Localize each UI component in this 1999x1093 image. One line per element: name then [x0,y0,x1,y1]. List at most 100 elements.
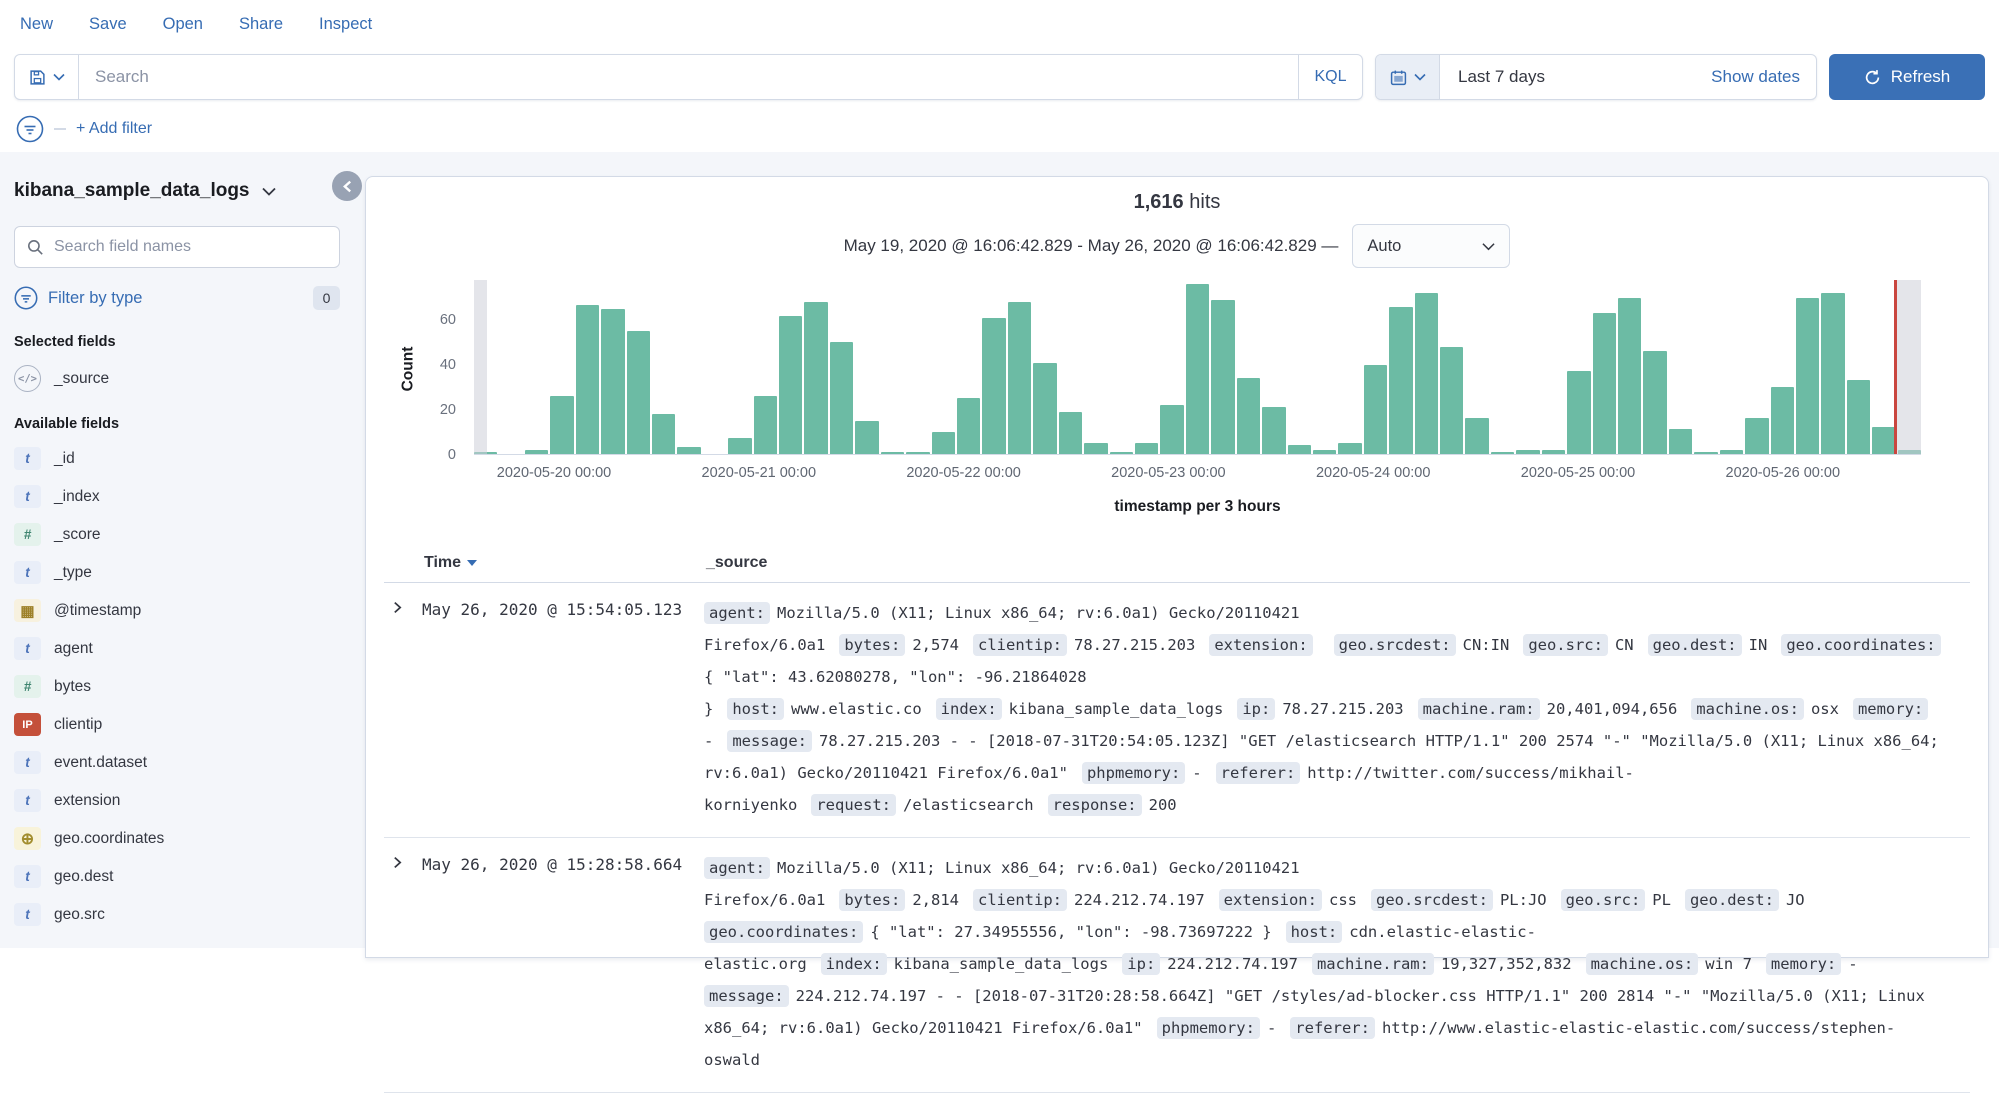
date-range-value[interactable]: Last 7 days [1440,67,1711,87]
histogram-bar [728,438,751,454]
field-type-number-icon: # [14,523,41,546]
field-item-_type[interactable]: t_type [14,561,340,584]
field-item-geo.src[interactable]: tgeo.src [14,903,340,926]
chart-date-range: May 19, 2020 @ 16:06:42.829 - May 26, 20… [844,236,1339,256]
field-pill: bytes: [839,634,905,656]
histogram-bar [1491,452,1514,454]
field-type-t-icon: t [14,485,41,508]
field-name: _score [54,526,101,544]
row-source: agent:Mozilla/5.0 (X11; Linux x86_64; rv… [704,852,1952,1076]
histogram-bar [1364,365,1387,454]
field-value: www.elastic.co [791,700,922,718]
search-input[interactable] [79,55,1298,99]
filter-icon[interactable] [16,115,44,143]
field-type-source-icon: </> [14,365,41,392]
add-filter-button[interactable]: + Add filter [76,120,152,138]
field-item-agent[interactable]: tagent [14,637,340,660]
x-tick-label: 2020-05-25 00:00 [1521,465,1636,481]
field-sidebar: kibana_sample_data_logs Filter by type 0… [0,152,358,948]
collapse-sidebar-button[interactable] [332,171,362,201]
field-pill: agent: [704,857,770,879]
nav-link-new[interactable]: New [20,15,53,34]
histogram-bar [1237,378,1260,454]
chevron-down-icon [262,187,276,196]
field-item-geo.coordinates[interactable]: ⊕geo.coordinates [14,827,340,850]
filter-by-type[interactable]: Filter by type 0 [14,286,340,310]
refresh-label: Refresh [1891,67,1951,87]
histogram-bar [1796,298,1819,454]
field-pill: index: [936,698,1002,720]
field-item-geo.dest[interactable]: tgeo.dest [14,865,340,888]
histogram-bar [576,305,599,454]
show-dates-link[interactable]: Show dates [1711,67,1816,87]
time-column-header[interactable]: Time [424,554,706,572]
histogram-plot[interactable] [474,280,1921,455]
hits-word: hits [1189,191,1220,213]
histogram-bar [1821,293,1844,454]
filter-divider [54,128,66,130]
x-axis-title: timestamp per 3 hours [474,498,1921,516]
saved-query-button[interactable] [15,55,79,99]
calendar-button[interactable] [1376,55,1440,99]
histogram-bar [1211,300,1234,454]
histogram-bar [754,396,777,454]
histogram-bar [1593,313,1616,454]
documents-table: Time _source May 26, 2020 @ 15:54:05.123… [384,554,1970,1093]
refresh-button[interactable]: Refresh [1829,54,1985,100]
field-pill: clientip: [973,634,1067,656]
expand-row-icon[interactable] [392,597,422,821]
histogram-bar [1389,307,1412,454]
histogram-bar [550,396,573,454]
index-pattern-switcher[interactable]: kibana_sample_data_logs [14,180,340,202]
sort-desc-icon [467,560,477,566]
row-source: agent:Mozilla/5.0 (X11; Linux x86_64; rv… [704,597,1952,821]
histogram-bar [1313,450,1336,454]
field-item-_source[interactable]: </>_source [14,365,340,392]
kql-button[interactable]: KQL [1298,55,1362,99]
field-pill: index: [821,953,887,975]
nav-link-open[interactable]: Open [163,15,203,34]
x-tick-label: 2020-05-23 00:00 [1111,465,1226,481]
interval-value: Auto [1367,237,1401,256]
discover-panel: 1,616 hits May 19, 2020 @ 16:06:42.829 -… [365,176,1989,958]
nav-link-save[interactable]: Save [89,15,127,34]
field-name: extension [54,792,120,810]
save-query-icon [29,69,46,86]
histogram-bar [1288,445,1311,454]
histogram-bar [1669,429,1692,454]
field-item-clientip[interactable]: IPclientip [14,713,340,736]
field-item-bytes[interactable]: #bytes [14,675,340,698]
row-timestamp: May 26, 2020 @ 15:54:05.123 [422,597,704,821]
field-pill: machine.ram: [1418,698,1540,720]
nav-link-share[interactable]: Share [239,15,283,34]
field-name: @timestamp [54,602,141,620]
current-time-marker [1894,280,1897,454]
x-tick-label: 2020-05-21 00:00 [702,465,817,481]
field-item-event.dataset[interactable]: tevent.dataset [14,751,340,774]
field-pill: message: [727,730,812,752]
field-value: 200 [1149,796,1177,814]
field-item-_score[interactable]: # _score [14,523,340,546]
partial-bucket-band-right [1897,280,1921,454]
field-name: event.dataset [54,754,147,772]
field-value: JO [1786,891,1805,909]
field-pill: agent: [704,602,770,624]
field-search-input[interactable] [54,238,327,256]
chevron-down-icon [53,73,65,81]
field-value: /elasticsearch [903,796,1034,814]
field-type-date-icon: ▦ [14,599,41,622]
content-area: kibana_sample_data_logs Filter by type 0… [0,152,1999,948]
field-name: _id [54,450,75,468]
field-value: - [704,732,713,750]
field-value: CN:IN [1463,636,1510,654]
histogram-bar [1008,302,1031,454]
source-column-header: _source [706,554,767,572]
field-item-_id[interactable]: t_id [14,447,340,470]
field-item-_index[interactable]: t_index [14,485,340,508]
nav-link-inspect[interactable]: Inspect [319,15,372,34]
field-item-@timestamp[interactable]: ▦ @timestamp [14,599,340,622]
field-item-extension[interactable]: textension [14,789,340,812]
expand-row-icon[interactable] [392,852,422,1076]
interval-select[interactable]: Auto [1352,224,1510,268]
field-value: - [1192,764,1201,782]
